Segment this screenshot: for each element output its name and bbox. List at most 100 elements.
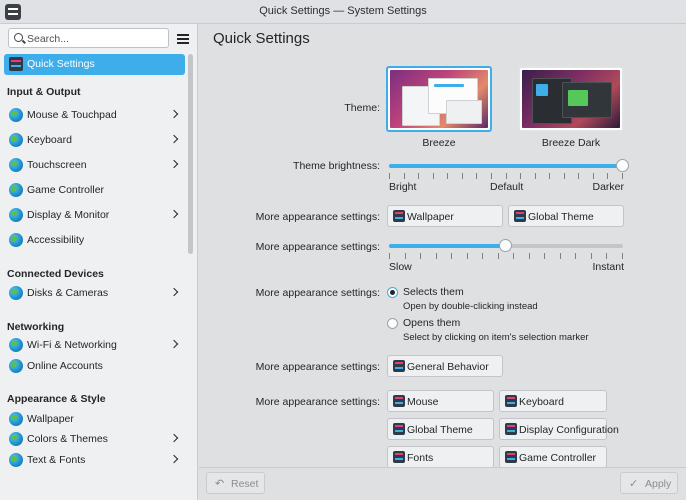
sidebar-item-quick-settings[interactable]: Quick Settings (4, 54, 185, 75)
selects-them-label[interactable]: Selects them (403, 286, 464, 298)
wifi-networking-icon (9, 338, 23, 352)
theme-brightness-handle[interactable] (616, 159, 629, 172)
animation-speed-handle[interactable] (499, 239, 512, 252)
touchscreen-icon (9, 158, 23, 172)
disks-cameras-icon (9, 286, 23, 300)
mouse-button-label: Mouse (407, 396, 439, 408)
slider-tick (482, 253, 483, 259)
apply-button[interactable]: ✓ Apply (620, 472, 678, 494)
breeze-preview (390, 70, 488, 128)
main-content: Quick Settings Theme: Breeze Breeze Dark… (199, 24, 686, 500)
hamburger-menu-icon[interactable] (176, 32, 190, 44)
sidebar-item-text-fonts[interactable]: Text & Fonts (4, 450, 185, 471)
sidebar-item-label: Colors & Themes (27, 433, 108, 445)
theme-option-breeze[interactable] (386, 66, 492, 132)
sidebar-scrollbar[interactable] (188, 54, 193, 254)
theme-option-breeze-dark[interactable] (518, 66, 624, 132)
animation-speed-ticks (389, 253, 623, 259)
chevron-right-icon (169, 287, 179, 297)
slider-tick (607, 173, 608, 179)
animation-speed-fill (389, 244, 506, 248)
general-behavior-button[interactable]: General Behavior (387, 355, 503, 377)
sidebar-item-keyboard[interactable]: Keyboard (4, 130, 185, 151)
sidebar-item-colors-themes[interactable]: Colors & Themes (4, 429, 185, 450)
global-theme-icon (514, 210, 526, 222)
colors-themes-icon (9, 432, 23, 446)
search-field[interactable] (8, 28, 169, 48)
slider-tick (420, 253, 421, 259)
sidebar-item-display-monitor[interactable]: Display & Monitor (4, 205, 185, 226)
sidebar-item-wifi-networking[interactable]: Wi-Fi & Networking (4, 335, 185, 356)
footer-bar: ↶ Reset ✓ Apply (199, 467, 686, 500)
accessibility-icon (9, 233, 23, 247)
sidebar-item-label: Wi-Fi & Networking (27, 339, 117, 351)
speed-max-label: Instant (592, 261, 624, 273)
opens-them-description: Select by clicking on item's selection m… (403, 332, 589, 343)
keyboard-button[interactable]: Keyboard (499, 390, 607, 412)
slider-tick (462, 173, 463, 179)
sidebar-item-disks-cameras[interactable]: Disks & Cameras (4, 283, 185, 304)
slider-tick (591, 253, 592, 259)
sidebar-item-online-accounts[interactable]: Online Accounts (4, 356, 185, 377)
selects-them-radio[interactable] (387, 287, 398, 298)
speed-min-label: Slow (389, 261, 412, 273)
slider-tick (498, 253, 499, 259)
keyboard-icon (9, 133, 23, 147)
slider-tick (418, 173, 419, 179)
sidebar-item-game-controller[interactable]: Game Controller (4, 180, 185, 201)
chevron-right-icon (169, 339, 179, 349)
brightness-default-label: Default (490, 181, 524, 193)
sidebar-item-wallpaper[interactable]: Wallpaper (4, 409, 185, 430)
mouse-touchpad-icon (9, 108, 23, 122)
system-settings-app-icon[interactable] (5, 4, 21, 20)
reset-button[interactable]: ↶ Reset (206, 472, 265, 494)
slider-tick (436, 253, 437, 259)
section-heading-networking: Networking (7, 321, 65, 333)
slider-tick (593, 173, 594, 179)
opens-them-radio[interactable] (387, 318, 398, 329)
sidebar-item-mouse-touchpad[interactable]: Mouse & Touchpad (4, 105, 185, 126)
wallpaper-icon (9, 412, 23, 426)
slider-tick (389, 253, 390, 259)
fonts-button[interactable]: Fonts (387, 446, 494, 468)
slider-tick (506, 173, 507, 179)
sidebar-item-label: Disks & Cameras (27, 287, 109, 299)
theme-label: Theme: (344, 102, 380, 114)
theme-brightness-ticks (389, 173, 623, 179)
slider-tick (535, 173, 536, 179)
slider-tick (491, 173, 492, 179)
search-input[interactable] (27, 31, 165, 46)
keyboard-button-label: Keyboard (519, 396, 564, 408)
theme-brightness-label: Theme brightness: (293, 160, 380, 172)
opens-them-label[interactable]: Opens them (403, 317, 460, 329)
fonts-icon (393, 451, 405, 463)
online-accounts-icon (9, 359, 23, 373)
sidebar: Quick Settings Input & Output Mouse & To… (0, 24, 198, 500)
global-theme-button[interactable]: Global Theme (508, 205, 624, 227)
slider-tick (560, 253, 561, 259)
theme-brightness-slider[interactable] (389, 159, 629, 172)
global-theme-button-2[interactable]: Global Theme (387, 418, 494, 440)
mouse-button[interactable]: Mouse (387, 390, 494, 412)
wallpaper-icon (393, 210, 405, 222)
wallpaper-button[interactable]: Wallpaper (387, 205, 503, 227)
slider-tick (451, 253, 452, 259)
sidebar-item-label: Keyboard (27, 134, 72, 146)
sidebar-item-accessibility[interactable]: Accessibility (4, 230, 185, 251)
brightness-min-label: Bright (389, 181, 417, 193)
sidebar-item-touchscreen[interactable]: Touchscreen (4, 155, 185, 176)
quick-settings-icon (9, 57, 23, 71)
sidebar-item-label: Quick Settings (27, 58, 95, 70)
text-fonts-icon (9, 453, 23, 467)
chevron-right-icon (169, 134, 179, 144)
game-controller-button[interactable]: Game Controller (499, 446, 607, 468)
reset-button-label: Reset (231, 478, 259, 490)
slider-tick (513, 253, 514, 259)
breeze-dark-preview (522, 70, 620, 128)
display-configuration-button[interactable]: Display Configuration (499, 418, 619, 440)
chevron-right-icon (169, 159, 179, 169)
animation-speed-slider[interactable] (389, 239, 623, 252)
slider-tick (476, 173, 477, 179)
game-controller-icon (9, 183, 23, 197)
title-bar: Quick Settings — System Settings (0, 0, 686, 24)
